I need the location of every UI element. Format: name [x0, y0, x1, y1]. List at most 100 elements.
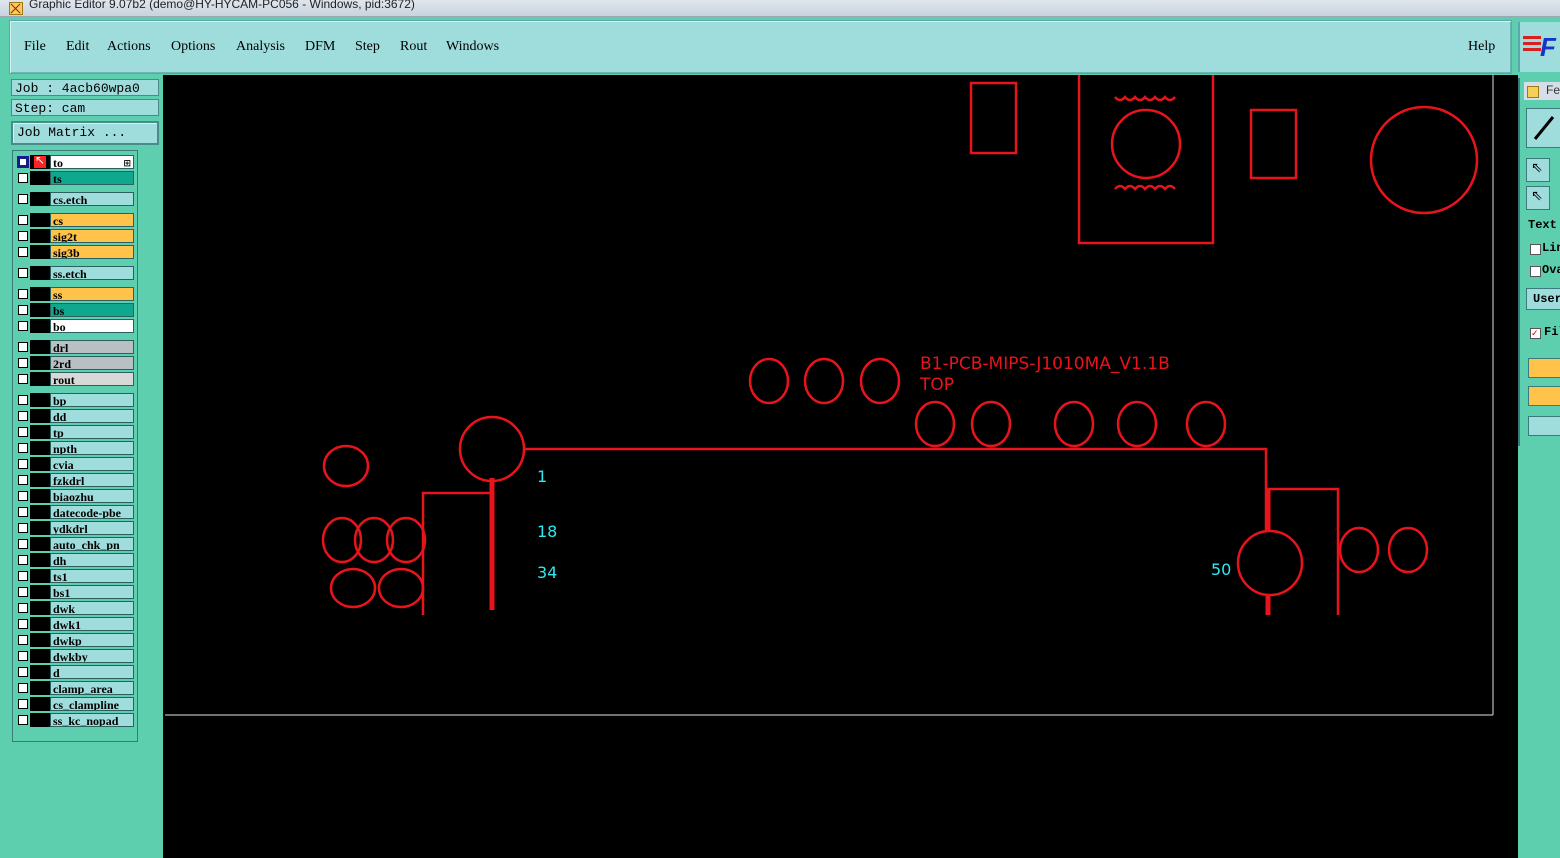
layer-row[interactable]: sig2t — [16, 229, 134, 243]
layer-name[interactable]: cvia — [50, 457, 134, 471]
layer-display-checkbox[interactable] — [18, 305, 28, 315]
menu-options[interactable]: Options — [171, 39, 215, 55]
layer-display-checkbox[interactable] — [18, 555, 28, 565]
layer-row[interactable]: cs — [16, 213, 134, 227]
layer-row[interactable]: bs — [16, 303, 134, 317]
layer-name[interactable]: ss.etch — [50, 266, 134, 280]
layer-display-checkbox[interactable] — [18, 411, 28, 421]
layer-row[interactable]: cs_clampline — [16, 697, 134, 711]
job-matrix-button[interactable]: Job Matrix ... — [11, 121, 159, 145]
layer-name[interactable]: ydkdrl — [50, 521, 134, 535]
action-button-3[interactable] — [1528, 416, 1560, 436]
layer-name[interactable]: ts — [50, 171, 134, 185]
layer-row[interactable]: dwk1 — [16, 617, 134, 631]
menu-step[interactable]: Step — [355, 39, 380, 55]
layer-row[interactable]: dwkp — [16, 633, 134, 647]
graphics-canvas[interactable]: B1-PCB-MIPS-J1010MA_V1.1B TOP 1 18 34 50 — [163, 75, 1518, 858]
layer-name[interactable]: cs.etch — [50, 192, 134, 206]
layer-name[interactable]: dd — [50, 409, 134, 423]
layer-display-checkbox[interactable] — [18, 651, 28, 661]
layer-name[interactable]: biaozhu — [50, 489, 134, 503]
layer-display-checkbox[interactable] — [18, 635, 28, 645]
layer-name[interactable]: bs — [50, 303, 134, 317]
layer-display-checkbox[interactable] — [18, 603, 28, 613]
layer-name[interactable]: dwk — [50, 601, 134, 615]
action-button-1[interactable] — [1528, 358, 1560, 378]
layer-name[interactable]: dwkby — [50, 649, 134, 663]
layer-display-checkbox[interactable] — [18, 247, 28, 257]
layer-row[interactable]: rout — [16, 372, 134, 386]
layer-name[interactable]: auto_chk_pn — [50, 537, 134, 551]
menu-analysis[interactable]: Analysis — [236, 39, 285, 55]
layer-display-checkbox[interactable] — [18, 173, 28, 183]
layer-display-checkbox[interactable] — [18, 215, 28, 225]
layer-name[interactable]: datecode-pbe — [50, 505, 134, 519]
layer-row[interactable]: sig3b — [16, 245, 134, 259]
layer-display-checkbox[interactable] — [18, 523, 28, 533]
layer-display-checkbox[interactable] — [18, 443, 28, 453]
layer-display-checkbox[interactable] — [18, 289, 28, 299]
filter-checkbox[interactable]: ✓ — [1530, 328, 1541, 339]
layer-display-checkbox[interactable] — [18, 268, 28, 278]
layer-row[interactable]: dwkby — [16, 649, 134, 663]
layer-row[interactable]: clamp_area — [16, 681, 134, 695]
layer-name[interactable]: to ⊞ — [50, 155, 134, 169]
layer-name[interactable]: tp — [50, 425, 134, 439]
layer-row[interactable]: auto_chk_pn — [16, 537, 134, 551]
layer-name[interactable]: d — [50, 665, 134, 679]
layer-display-checkbox[interactable] — [18, 342, 28, 352]
layer-name[interactable]: ts1 — [50, 569, 134, 583]
layer-row[interactable]: bo — [16, 319, 134, 333]
select-arrow-button[interactable]: ⇖ — [1526, 158, 1550, 182]
layer-display-checkbox[interactable] — [18, 321, 28, 331]
layer-display-checkbox[interactable] — [18, 427, 28, 437]
layer-display-checkbox[interactable] — [18, 374, 28, 384]
menu-edit[interactable]: Edit — [66, 39, 89, 55]
layer-name[interactable]: dh — [50, 553, 134, 567]
layer-row[interactable]: d — [16, 665, 134, 679]
layer-row[interactable]: to⊞ — [16, 153, 134, 169]
oval-checkbox[interactable] — [1530, 266, 1541, 277]
layer-row[interactable]: bs1 — [16, 585, 134, 599]
affected-arrow-icon[interactable] — [34, 153, 46, 168]
layer-name[interactable]: ss_kc_nopad — [50, 713, 134, 727]
layer-row[interactable]: fzkdrl — [16, 473, 134, 487]
layer-name[interactable]: cs — [50, 213, 134, 227]
menu-rout[interactable]: Rout — [400, 39, 427, 55]
layer-row[interactable]: datecode-pbe — [16, 505, 134, 519]
layer-display-checkbox[interactable] — [18, 587, 28, 597]
layer-row[interactable]: ss_kc_nopad — [16, 713, 134, 727]
work-layer-icon[interactable] — [17, 156, 29, 168]
layer-row[interactable]: npth — [16, 441, 134, 455]
layer-row[interactable]: drl — [16, 340, 134, 354]
layer-name[interactable]: cs_clampline — [50, 697, 134, 711]
layer-name[interactable]: 2rd — [50, 356, 134, 370]
layer-display-checkbox[interactable] — [18, 539, 28, 549]
menu-actions[interactable]: Actions — [107, 39, 151, 55]
menu-windows[interactable]: Windows — [446, 39, 499, 55]
layer-row[interactable]: ts1 — [16, 569, 134, 583]
layer-row[interactable]: cs.etch — [16, 192, 134, 206]
action-button-2[interactable] — [1528, 386, 1560, 406]
layer-row[interactable]: ss.etch — [16, 266, 134, 280]
layer-display-checkbox[interactable] — [18, 491, 28, 501]
layer-name[interactable]: sig2t — [50, 229, 134, 243]
layer-row[interactable]: cvia — [16, 457, 134, 471]
layer-display-checkbox[interactable] — [18, 699, 28, 709]
layer-row[interactable]: 2rd — [16, 356, 134, 370]
layer-display-checkbox[interactable] — [18, 475, 28, 485]
layer-name[interactable]: ss — [50, 287, 134, 301]
layer-row[interactable]: ss — [16, 287, 134, 301]
layer-row[interactable]: tp — [16, 425, 134, 439]
layer-display-checkbox[interactable] — [18, 395, 28, 405]
layer-name[interactable]: sig3b — [50, 245, 134, 259]
layer-name[interactable]: dwk1 — [50, 617, 134, 631]
select-arrow-button-2[interactable]: ⇖ — [1526, 186, 1550, 210]
layer-display-checkbox[interactable] — [18, 194, 28, 204]
layer-toggle-icon[interactable]: ⊞ — [123, 157, 131, 168]
layer-name[interactable]: fzkdrl — [50, 473, 134, 487]
layer-row[interactable]: dwk — [16, 601, 134, 615]
layer-display-checkbox[interactable] — [18, 231, 28, 241]
layer-name[interactable]: bp — [50, 393, 134, 407]
menu-dfm[interactable]: DFM — [305, 39, 335, 55]
